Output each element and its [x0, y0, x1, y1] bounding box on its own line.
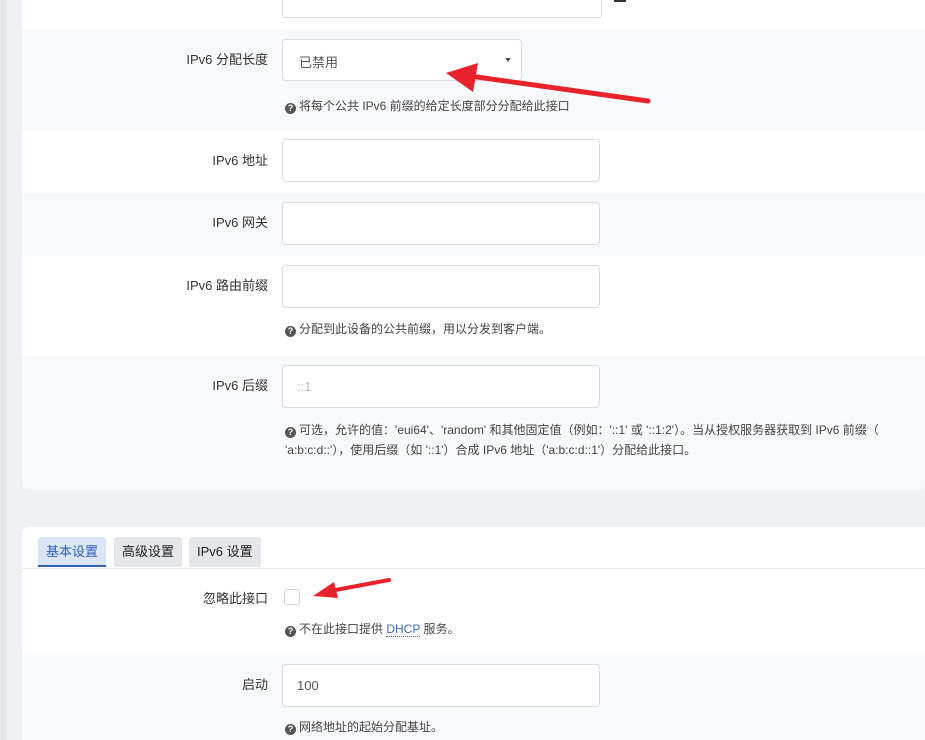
ignore-interface-hint: ? 不在此接口提供 DHCP 服务。	[285, 620, 459, 639]
tab-ipv6-settings[interactable]: IPv6 设置	[189, 537, 261, 567]
dhcp-link[interactable]: DHCP	[386, 622, 421, 637]
start-label: 启动	[241, 677, 268, 692]
ipv6-assign-length-label: IPv6 分配长度	[186, 52, 268, 67]
question-icon: ?	[285, 626, 296, 637]
ipv6-address-label: IPv6 地址	[212, 153, 268, 168]
ipv6-suffix-input[interactable]	[282, 365, 600, 408]
row-start: 启动 ?网络地址的起始分配基址。	[22, 655, 925, 740]
previous-field-dash	[614, 0, 626, 2]
ipv6-prefix-hint: ? 分配到此设备的公共前缀，用以分发到客户端。	[285, 320, 551, 339]
ipv6-assign-length-select[interactable]: 已禁用	[282, 39, 522, 81]
ipv6-suffix-label: IPv6 后缀	[212, 378, 268, 393]
ignore-interface-label: 忽略此接口	[202, 591, 268, 606]
tab-advanced-settings[interactable]: 高级设置	[114, 537, 183, 567]
question-icon: ?	[285, 326, 296, 337]
ipv6-gateway-input[interactable]	[282, 202, 600, 245]
ipv6-address-input[interactable]	[282, 139, 600, 182]
chevron-down-icon	[505, 58, 511, 62]
question-icon: ?	[285, 724, 296, 735]
ignore-interface-checkbox[interactable]	[284, 589, 300, 605]
row-ignore-interface: 忽略此接口 ? 不在此接口提供 DHCP 服务。	[22, 569, 925, 655]
row-ipv6-assign-length: IPv6 分配长度 已禁用 ? 将每个公共 IPv6 前缀的给定长度部分分配给此接…	[22, 30, 925, 130]
ipv6-assign-length-hint: ? 将每个公共 IPv6 前缀的给定长度部分分配给此接口	[285, 97, 570, 116]
start-hint: ? 网络地址的起始分配基址。	[285, 718, 443, 737]
previous-field-partial	[282, 0, 602, 18]
question-icon: ?	[285, 103, 296, 114]
ipv6-prefix-label: IPv6 路由前缀	[186, 278, 268, 293]
tab-basic-settings[interactable]: 基本设置	[38, 537, 107, 567]
ipv6-prefix-input[interactable]	[282, 265, 600, 308]
row-ipv6-suffix: IPv6 后缀 ?可选，允许的值：'eui64'、'random' 和其他固定值…	[22, 356, 925, 490]
ipv6-suffix-hint-line1: ? 可选，允许的值：'eui64'、'random' 和其他固定值（例如：'::1…	[285, 421, 879, 440]
question-icon: ?	[285, 427, 296, 438]
row-ipv6-prefix: IPv6 路由前缀 ? 分配到此设备的公共前缀，用以分发到客户端。	[22, 256, 925, 356]
start-input[interactable]	[282, 664, 600, 707]
ipv6-suffix-hint-line2: 'a:b:c:d::'），使用后缀（如 '::1'）合成 IPv6 地址（'a:…	[285, 443, 697, 457]
row-ipv6-address: IPv6 地址	[22, 130, 925, 193]
left-strip	[0, 0, 7, 740]
ipv6-gateway-label: IPv6 网关	[212, 215, 268, 230]
ipv6-assign-length-value: 已禁用	[299, 55, 339, 70]
row-ipv6-gateway: IPv6 网关	[22, 193, 925, 256]
dhcp-settings-card: 基本设置 高级设置 IPv6 设置 忽略此接口 ? 不在此接口提供 DHCP 服务…	[22, 527, 925, 740]
ipv6-settings-card: IPv6 分配长度 已禁用 ? 将每个公共 IPv6 前缀的给定长度部分分配给此接…	[22, 0, 925, 490]
